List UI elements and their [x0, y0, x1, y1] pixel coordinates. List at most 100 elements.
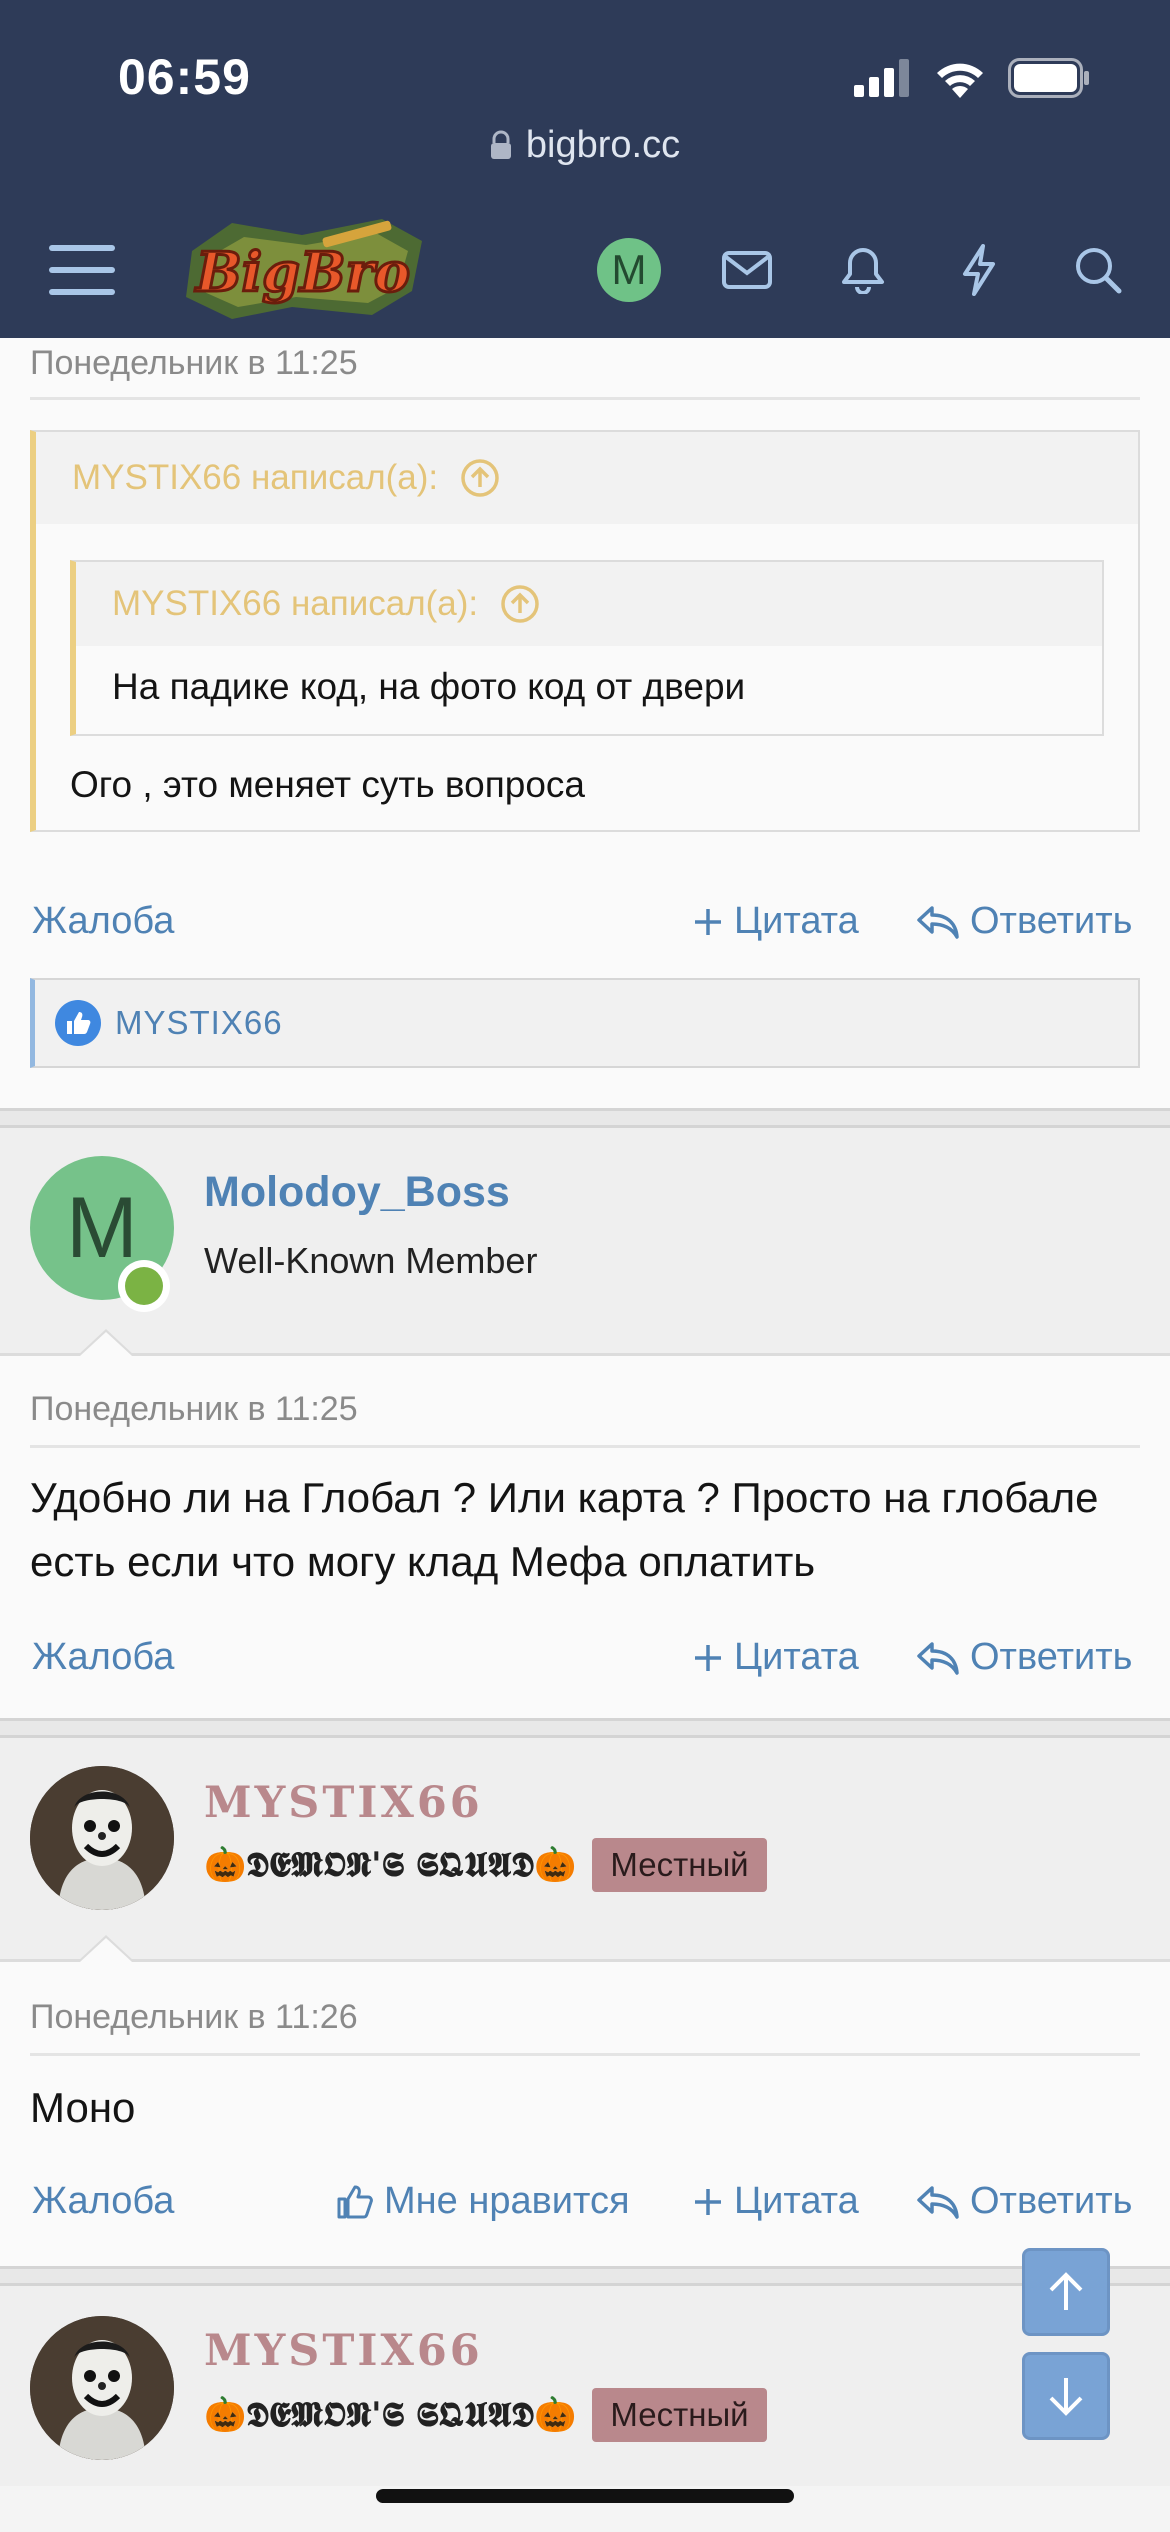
post-separator [0, 2266, 1170, 2286]
site-logo[interactable]: BigBro [172, 211, 434, 327]
plus-icon [695, 908, 721, 935]
quote-text: Ого , это меняет суть вопроса [70, 764, 585, 805]
wifi-icon [937, 63, 983, 98]
status-time: 06:59 [118, 49, 251, 105]
thumbs-up-icon [337, 2185, 373, 2218]
post-body: Моно [30, 2084, 136, 2131]
post-user-header: M Molodoy_Boss Well-Known Member [0, 1128, 1170, 1356]
menu-button[interactable] [40, 205, 124, 335]
arrow-divider [80, 1938, 132, 1962]
quote-label: Цитата [734, 2180, 859, 2222]
whats-new-button[interactable] [944, 205, 1014, 335]
user-title-text: Well-Known Member [204, 1240, 538, 1281]
quote-body: На падике код, на фото код от двери [76, 646, 1102, 734]
post-date: Понедельник в 11:25 [30, 1390, 358, 1428]
scroll-bottom-button[interactable] [1022, 2352, 1110, 2440]
user-title-text: 🎃𝕯𝕰𝕸𝕺𝕹'𝕾 𝕾𝕼𝖀𝕬𝕯🎃 [204, 2395, 577, 2435]
reply-button[interactable]: Ответить [916, 900, 1132, 943]
mail-icon [722, 251, 772, 289]
avatar: M [597, 238, 661, 302]
clown-avatar-icon [30, 1766, 174, 1910]
url-bar[interactable]: bigbro.cc [0, 124, 1170, 170]
arrow-divider [80, 1332, 132, 1356]
like-label: Мне нравится [384, 2180, 630, 2222]
reply-label: Ответить [970, 900, 1133, 942]
quote-button[interactable]: Цитата [692, 1636, 859, 1679]
quote-body: MYSTIX66 написал(а): На падике код, на ф… [36, 524, 1138, 830]
lightning-icon [963, 244, 995, 296]
alerts-button[interactable] [828, 205, 898, 335]
post-separator [0, 1718, 1170, 1738]
report-button[interactable]: Жалоба [32, 900, 174, 943]
like-button[interactable]: Мне нравится [336, 2180, 630, 2223]
menu-icon [49, 245, 115, 295]
report-label: Жалоба [32, 2180, 175, 2222]
report-button[interactable]: Жалоба [32, 1636, 174, 1679]
user-avatar[interactable] [30, 1766, 174, 1910]
arrow-down-icon [1049, 2378, 1083, 2416]
search-button[interactable] [1062, 205, 1134, 335]
user-rank-badge: Местный [592, 2388, 767, 2442]
scroll-top-button[interactable] [1022, 2248, 1110, 2336]
report-button[interactable]: Жалоба [32, 2180, 174, 2223]
quote-author: MYSTIX66 написал(а): [72, 458, 439, 497]
online-status-icon [118, 1260, 170, 1312]
quote-header[interactable]: MYSTIX66 написал(а): [76, 562, 1102, 646]
search-icon [1076, 248, 1122, 294]
report-label: Жалоба [32, 1636, 175, 1678]
reply-button[interactable]: Ответить [916, 2180, 1132, 2223]
reply-label: Ответить [970, 1636, 1133, 1678]
post-user-header: MYSTIX66 🎃𝕯𝕰𝕸𝕺𝕹'𝕾 𝕾𝕼𝖀𝕬𝕯🎃 Местный [0, 2286, 1170, 2486]
url-text: bigbro.cc [525, 124, 681, 166]
quote-block: MYSTIX66 написал(а): MYSTIX66 написал(а)… [30, 430, 1140, 832]
battery-icon [1008, 58, 1089, 98]
quote-text: На падике код, на фото код от двери [112, 666, 746, 707]
post-actions: Жалоба Мне нравится Цитата Ответить [0, 2148, 1170, 2258]
plus-icon [695, 1644, 721, 1671]
user-title: Well-Known Member [204, 1240, 537, 1282]
reply-button[interactable]: Ответить [916, 1636, 1132, 1679]
signal-icon [854, 59, 909, 97]
clown-avatar-icon [30, 2316, 174, 2460]
reactions-users[interactable]: MYSTIX66 [115, 1004, 283, 1042]
thumbs-up-icon [55, 1000, 101, 1046]
post: Понедельник в 11:25 MYSTIX66 написал(а):… [0, 338, 1170, 1108]
thread-content: Понедельник в 11:25 MYSTIX66 написал(а):… [0, 338, 1170, 2486]
post-user-header: MYSTIX66 🎃𝕯𝕰𝕸𝕺𝕹'𝕾 𝕾𝕼𝖀𝕬𝕯🎃 Местный [0, 1738, 1170, 1962]
username[interactable]: MYSTIX66 [204, 2326, 483, 2376]
reply-label: Ответить [970, 2180, 1133, 2222]
post: Понедельник в 11:26 Моно Жалоба Мне нрав… [0, 1962, 1170, 2266]
username[interactable]: Molodoy_Boss [204, 1168, 510, 1217]
reactions-bar[interactable]: MYSTIX66 [30, 978, 1140, 1068]
plus-icon [695, 2188, 721, 2215]
user-avatar[interactable] [30, 2316, 174, 2460]
status-icons [854, 58, 1090, 98]
home-indicator[interactable] [376, 2489, 794, 2503]
post-body: Удобно ли на Глобал ? Или карта ? Просто… [30, 1474, 1099, 1585]
post-date: Понедельник в 11:26 [30, 1998, 358, 2036]
logo-text: BigBro [194, 240, 410, 304]
post: Понедельник в 11:25 Удобно ли на Глобал … [0, 1356, 1170, 1718]
post-actions: Жалоба Цитата Ответить [0, 868, 1170, 978]
quote-button[interactable]: Цитата [692, 900, 859, 943]
post-date: Понедельник в 11:25 [30, 344, 358, 382]
bigbro-logo-icon: BigBro [186, 219, 422, 319]
quote-header[interactable]: MYSTIX66 написал(а): [36, 432, 1138, 524]
username[interactable]: MYSTIX66 [204, 1778, 483, 1828]
bell-icon [842, 248, 884, 294]
user-title: 🎃𝕯𝕰𝕸𝕺𝕹'𝕾 𝕾𝕼𝖀𝕬𝕯🎃 Местный [204, 1838, 767, 1892]
up-circle-icon[interactable] [500, 584, 540, 624]
top-bar: 06:59 bigbro.cc BigBro M [0, 0, 1170, 338]
post-actions: Жалоба Цитата Ответить [0, 1604, 1170, 1714]
post-separator [0, 1108, 1170, 1128]
quote-button[interactable]: Цитата [692, 2180, 859, 2223]
account-button[interactable]: M [592, 205, 666, 335]
quote-label: Цитата [734, 1636, 859, 1678]
user-title: 🎃𝕯𝕰𝕸𝕺𝕹'𝕾 𝕾𝕼𝖀𝕬𝕯🎃 Местный [204, 2388, 767, 2442]
quote-label: Цитата [734, 900, 859, 942]
nested-quote-block: MYSTIX66 написал(а): На падике код, на ф… [70, 560, 1104, 736]
inbox-button[interactable] [712, 205, 782, 335]
up-circle-icon[interactable] [460, 458, 500, 498]
reply-icon [917, 905, 959, 939]
lock-icon [490, 127, 512, 170]
